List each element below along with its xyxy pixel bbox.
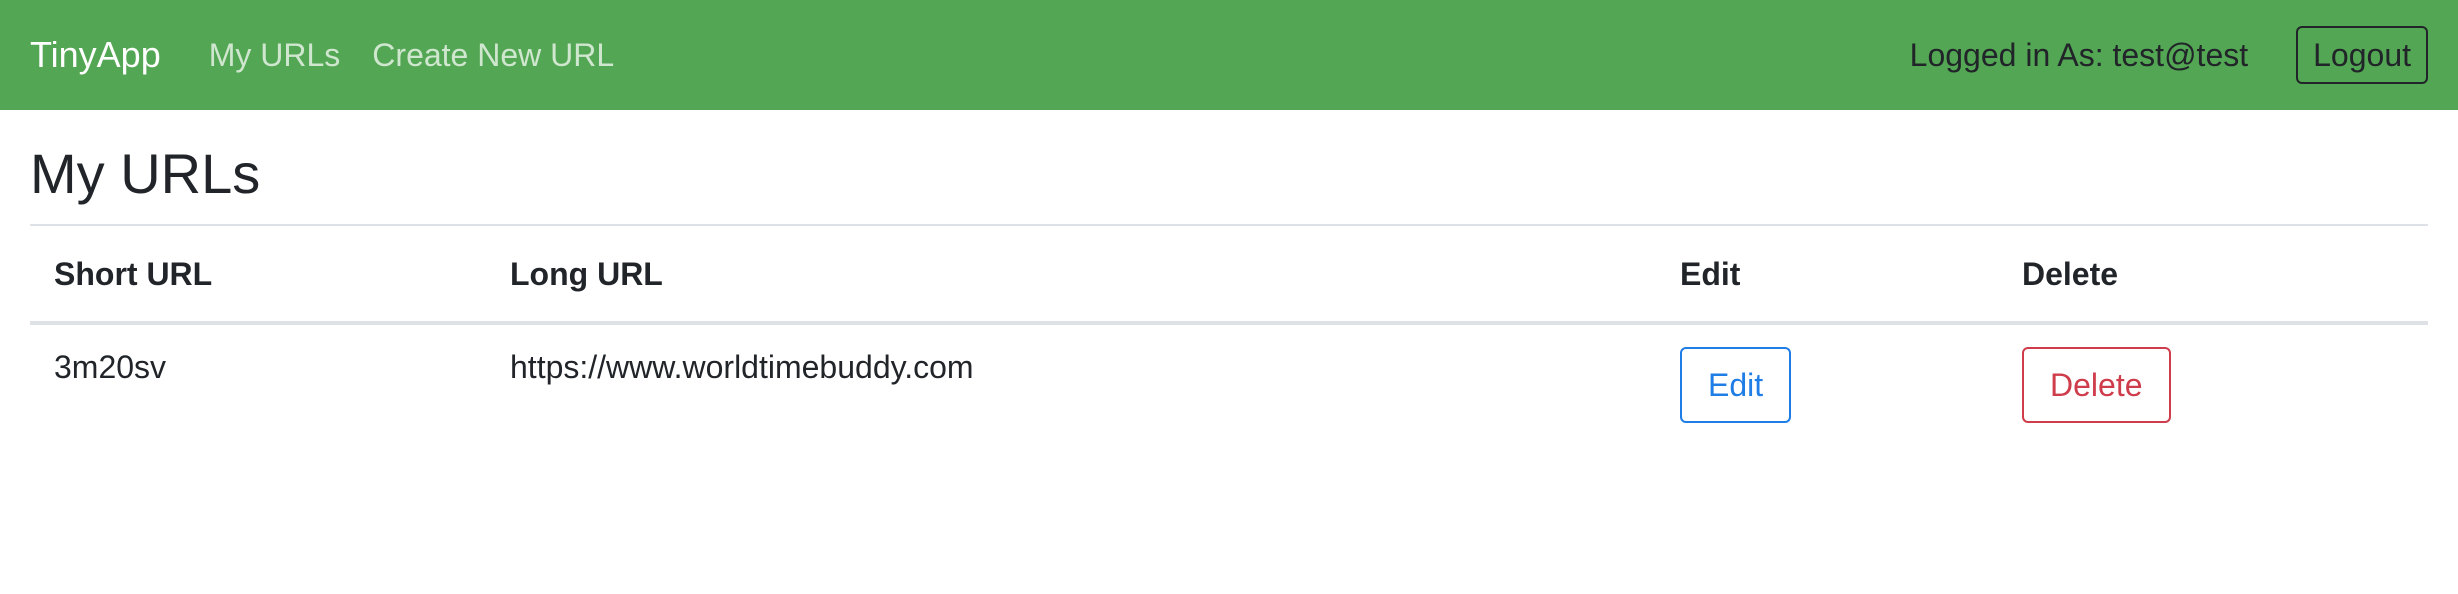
edit-cell: Edit: [1656, 323, 1998, 447]
column-header-short-url: Short URL: [30, 226, 486, 325]
page-title: My URLs: [30, 146, 2428, 226]
nav-user-area: Logged in As: test@test Logout: [1910, 26, 2428, 84]
long-url-cell: https://www.worldtimebuddy.com: [510, 349, 974, 385]
short-url-cell: 3m20sv: [54, 349, 167, 385]
top-navbar: TinyApp My URLs Create New URL Logged in…: [0, 0, 2458, 110]
logged-in-status: Logged in As: test@test: [1909, 36, 2249, 73]
table-row: 3m20sv https://www.worldtimebuddy.com Ed…: [30, 323, 2428, 447]
column-header-long-url: Long URL: [486, 226, 1656, 325]
brand-link[interactable]: TinyApp: [30, 34, 161, 76]
nav-link-create-new-url[interactable]: Create New URL: [372, 37, 614, 74]
table-header-row: Short URL Long URL Edit Delete: [30, 226, 2428, 325]
column-header-delete: Delete: [1998, 226, 2428, 325]
logout-button[interactable]: Logout: [2296, 26, 2428, 84]
nav-link-my-urls[interactable]: My URLs: [209, 37, 341, 74]
delete-cell: Delete: [1998, 323, 2428, 447]
delete-button[interactable]: Delete: [2022, 347, 2171, 423]
urls-table: Short URL Long URL Edit Delete 3m20sv ht…: [30, 226, 2428, 447]
main-content: My URLs Short URL Long URL Edit Delete 3…: [30, 110, 2428, 447]
column-header-edit: Edit: [1656, 226, 1998, 325]
edit-button[interactable]: Edit: [1680, 347, 1792, 423]
